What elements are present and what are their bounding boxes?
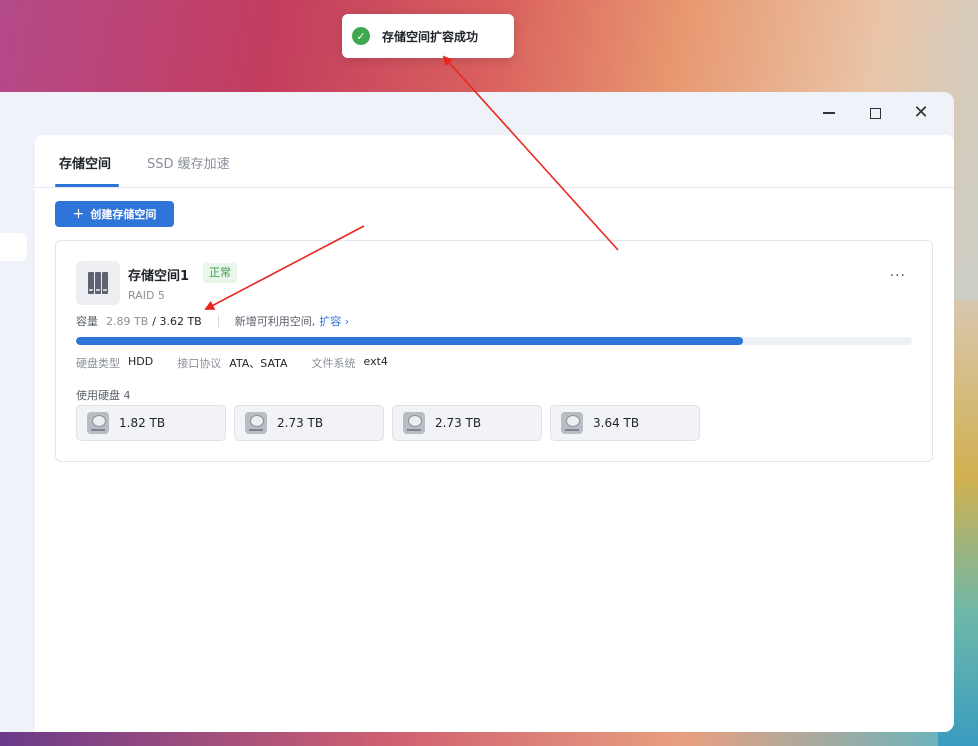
- storage-manager-window: ✕ 存储空间 SSD 缓存加速 + 创建存储空间 存储空间1 正常 RAID 5…: [0, 92, 954, 732]
- pool-name: 存储空间1: [128, 269, 190, 284]
- raid-level: RAID 5: [128, 289, 165, 302]
- capacity-row: 容量 2.89 TB / 3.62 TB 新增可利用空间, 扩容 ›: [76, 313, 349, 329]
- hard-disk-icon: [87, 412, 109, 434]
- divider: [217, 315, 219, 327]
- capacity-total: / 3.62 TB: [152, 314, 202, 328]
- sidebar-edge: [0, 233, 27, 261]
- new-space-text: 新增可利用空间,: [234, 315, 316, 328]
- window-controls: ✕: [806, 102, 944, 124]
- active-tab-indicator: [55, 184, 119, 187]
- disk-size: 3.64 TB: [593, 416, 640, 430]
- rack-unit: [88, 272, 94, 294]
- disk-list: 1.82 TB 2.73 TB 2.73 TB 3.64 TB: [76, 405, 700, 441]
- rack-unit: [95, 272, 101, 294]
- capacity-progress-bar: [76, 337, 912, 345]
- pool-properties: 硬盘类型 HDD 接口协议 ATA、SATA 文件系统 ext4: [76, 355, 412, 371]
- filesystem-value: ext4: [363, 355, 388, 368]
- disk-type-value: HDD: [128, 355, 154, 368]
- tab-storage-space[interactable]: 存储空间: [59, 153, 111, 172]
- disk-size: 2.73 TB: [435, 416, 482, 430]
- hard-disk-icon: [245, 412, 267, 434]
- capacity-used: 2.89 TB: [106, 314, 149, 328]
- disks-used-label: 使用硬盘 4: [76, 389, 131, 402]
- interface-value: ATA、SATA: [229, 357, 288, 370]
- maximize-icon: [869, 107, 881, 119]
- hard-disk-icon: [561, 412, 583, 434]
- interface-label: 接口协议: [177, 357, 222, 370]
- status-badge: 正常: [203, 263, 237, 283]
- capacity-progress-fill: [76, 337, 744, 345]
- success-toast: ✓ 存储空间扩容成功: [342, 14, 514, 58]
- maximize-button[interactable]: [852, 102, 898, 124]
- rack-unit: [102, 272, 108, 294]
- content-panel: 存储空间 SSD 缓存加速 + 创建存储空间 存储空间1 正常 RAID 5 ·…: [35, 135, 954, 732]
- tab-bar: 存储空间 SSD 缓存加速: [35, 135, 954, 188]
- plus-icon: +: [72, 206, 85, 222]
- check-circle-icon: ✓: [352, 27, 370, 45]
- disk-size: 2.73 TB: [277, 416, 324, 430]
- disk-size: 1.82 TB: [119, 416, 166, 430]
- disk-item[interactable]: 2.73 TB: [234, 405, 384, 441]
- create-storage-button[interactable]: + 创建存储空间: [55, 201, 174, 227]
- filesystem-label: 文件系统: [311, 357, 356, 370]
- capacity-label: 容量: [76, 315, 98, 328]
- expand-link[interactable]: 扩容 ›: [319, 313, 349, 329]
- close-icon: ✕: [913, 102, 929, 123]
- tab-ssd-cache[interactable]: SSD 缓存加速: [147, 153, 230, 172]
- more-options-icon[interactable]: ···: [890, 269, 906, 283]
- toast-message: 存储空间扩容成功: [382, 29, 479, 44]
- hard-disk-icon: [403, 412, 425, 434]
- close-button[interactable]: ✕: [898, 102, 944, 124]
- disk-item[interactable]: 2.73 TB: [392, 405, 542, 441]
- disk-item[interactable]: 1.82 TB: [76, 405, 226, 441]
- create-storage-label: 创建存储空间: [90, 208, 157, 221]
- disk-item[interactable]: 3.64 TB: [550, 405, 700, 441]
- minimize-icon: [823, 112, 835, 114]
- storage-rack-icon: [76, 261, 120, 305]
- minimize-button[interactable]: [806, 102, 852, 124]
- disk-type-label: 硬盘类型: [76, 357, 120, 370]
- storage-pool-card[interactable]: 存储空间1 正常 RAID 5 ··· 容量 2.89 TB / 3.62 TB…: [55, 240, 933, 462]
